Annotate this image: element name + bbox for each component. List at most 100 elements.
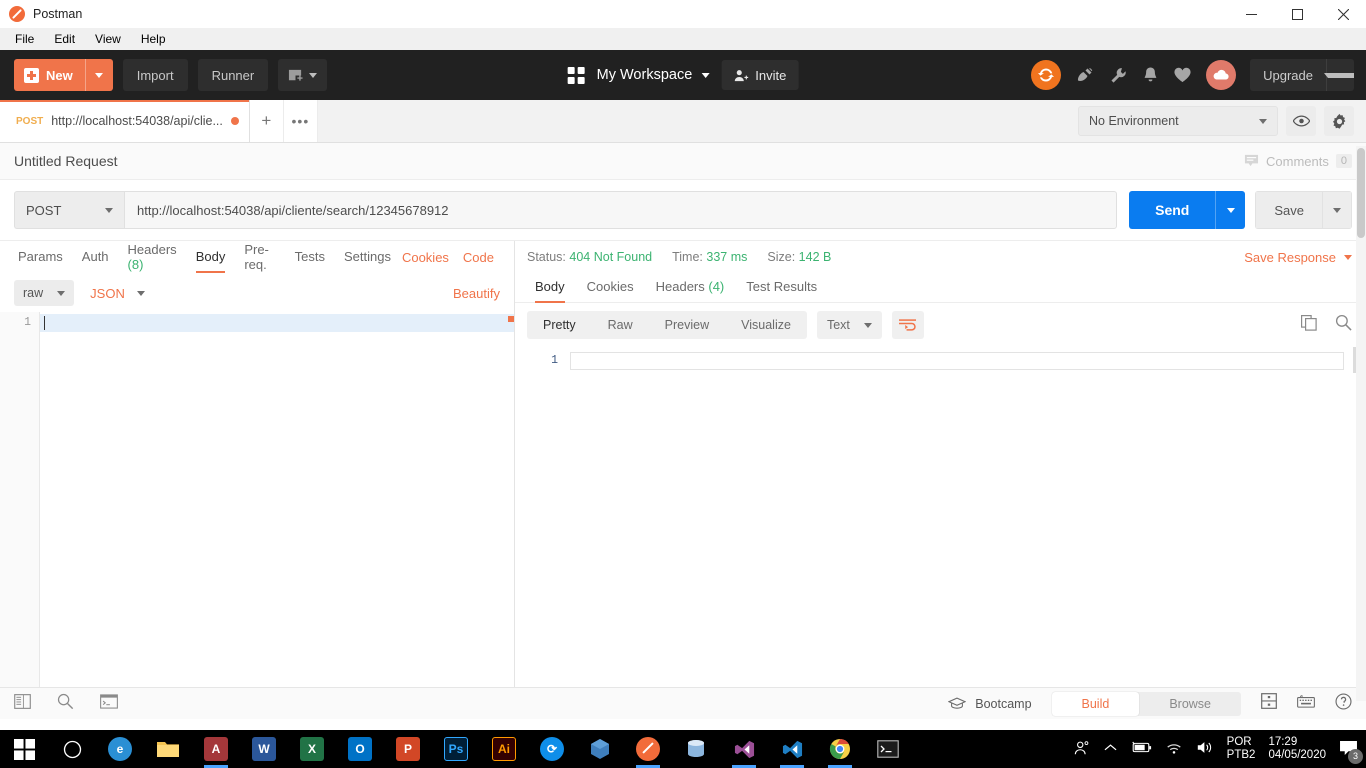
taskbar-illustrator[interactable]: Ai	[480, 730, 528, 768]
view-mode-preview[interactable]: Preview	[649, 311, 725, 339]
wrench-icon[interactable]	[1109, 66, 1128, 85]
view-mode-visualize[interactable]: Visualize	[725, 311, 807, 339]
word-wrap-button[interactable]	[891, 311, 924, 339]
environment-quick-look-button[interactable]	[1286, 106, 1316, 136]
layout-button[interactable]	[1261, 693, 1277, 714]
response-format-select[interactable]: Text	[816, 311, 882, 339]
cookies-link[interactable]: Cookies	[402, 250, 449, 265]
taskbar-excel[interactable]: X	[288, 730, 336, 768]
body-format-select[interactable]: JSON	[90, 286, 145, 301]
taskbar-word[interactable]: W	[240, 730, 288, 768]
tab-prerequest[interactable]: Pre-req.	[236, 235, 283, 281]
settings-button[interactable]	[1324, 106, 1354, 136]
new-tab-button[interactable]: +	[249, 100, 284, 142]
taskbar-edge[interactable]: e	[96, 730, 144, 768]
workspace-selector[interactable]: My Workspace Invite	[567, 60, 799, 90]
response-tab-body[interactable]: Body	[527, 272, 573, 303]
taskbar-sql-server[interactable]	[672, 730, 720, 768]
minimize-button[interactable]	[1228, 0, 1274, 28]
menu-item-help[interactable]: Help	[132, 30, 175, 48]
tab-headers[interactable]: Headers (8)	[120, 235, 185, 281]
save-options-button[interactable]	[1322, 191, 1352, 229]
editor-content-area[interactable]	[40, 312, 514, 687]
response-content[interactable]	[570, 352, 1366, 687]
invite-button[interactable]: Invite	[721, 60, 799, 90]
url-input[interactable]: http://localhost:54038/api/cliente/searc…	[124, 191, 1118, 229]
taskbar-vs-code[interactable]	[768, 730, 816, 768]
save-response-button[interactable]: Save Response	[1244, 250, 1352, 265]
view-mode-pretty[interactable]: Pretty	[527, 311, 592, 339]
beautify-button[interactable]: Beautify	[453, 286, 500, 301]
page-scrollbar[interactable]	[1356, 146, 1366, 701]
response-tab-test-results[interactable]: Test Results	[738, 272, 825, 303]
cortana-search-button[interactable]	[48, 730, 96, 768]
build-toggle[interactable]: Build	[1051, 691, 1140, 716]
editor-active-line[interactable]	[40, 314, 514, 332]
battery-icon[interactable]	[1130, 741, 1152, 757]
new-button[interactable]: New	[14, 59, 113, 91]
save-button[interactable]: Save	[1255, 191, 1322, 229]
console-button[interactable]	[100, 693, 118, 714]
open-new-window-button[interactable]	[278, 59, 328, 91]
people-icon[interactable]	[1073, 740, 1091, 759]
runner-button[interactable]: Runner	[197, 59, 269, 91]
show-hidden-icons-button[interactable]	[1104, 743, 1117, 755]
upgrade-button[interactable]: Upgrade	[1250, 59, 1354, 91]
wifi-icon[interactable]	[1165, 741, 1183, 758]
environment-select[interactable]: No Environment	[1078, 106, 1278, 136]
menu-item-file[interactable]: File	[6, 30, 43, 48]
body-mode-select[interactable]: raw	[14, 280, 75, 306]
taskbar-access[interactable]: A	[192, 730, 240, 768]
keyboard-shortcuts-button[interactable]	[1297, 694, 1315, 713]
tab-params[interactable]: Params	[10, 242, 71, 273]
taskbar-photoshop[interactable]: Ps	[432, 730, 480, 768]
start-button[interactable]	[0, 730, 48, 768]
search-button[interactable]	[1335, 314, 1352, 336]
taskbar-teamviewer[interactable]: ⟳	[528, 730, 576, 768]
copy-button[interactable]	[1301, 314, 1317, 336]
taskbar-terminal[interactable]	[864, 730, 912, 768]
tab-auth[interactable]: Auth	[74, 242, 117, 273]
taskbar-file-explorer[interactable]	[144, 730, 192, 768]
menu-item-edit[interactable]: Edit	[45, 30, 84, 48]
bell-icon[interactable]	[1142, 66, 1159, 85]
page-scroll-thumb[interactable]	[1357, 148, 1365, 238]
footer-search-button[interactable]	[57, 693, 74, 715]
sidebar-toggle-button[interactable]	[14, 693, 31, 714]
code-link[interactable]: Code	[463, 250, 494, 265]
browse-toggle[interactable]: Browse	[1139, 692, 1241, 716]
maximize-button[interactable]	[1274, 0, 1320, 28]
language-indicator[interactable]: POR PTB2	[1227, 736, 1256, 762]
taskbar-outlook[interactable]: O	[336, 730, 384, 768]
sync-icon[interactable]	[1031, 60, 1062, 90]
tab-body[interactable]: Body	[188, 242, 234, 273]
new-button-dropdown[interactable]	[84, 59, 113, 91]
menu-item-view[interactable]: View	[86, 30, 130, 48]
taskbar-visual-studio[interactable]	[720, 730, 768, 768]
send-options-button[interactable]	[1215, 191, 1246, 229]
volume-icon[interactable]	[1196, 740, 1214, 758]
cloud-icon[interactable]	[1206, 60, 1237, 90]
import-button[interactable]: Import	[122, 59, 188, 91]
taskbar-package[interactable]	[576, 730, 624, 768]
satellite-icon[interactable]	[1075, 65, 1095, 85]
response-body-viewer[interactable]: 1	[515, 347, 1366, 687]
taskbar-chrome[interactable]	[816, 730, 864, 768]
upgrade-dropdown[interactable]	[1323, 59, 1354, 91]
view-mode-raw[interactable]: Raw	[592, 311, 649, 339]
close-button[interactable]	[1320, 0, 1366, 28]
request-body-editor[interactable]: 1	[0, 312, 514, 687]
help-button[interactable]	[1335, 692, 1352, 715]
response-tab-headers[interactable]: Headers (4)	[648, 272, 733, 303]
request-tab[interactable]: POST http://localhost:54038/api/clie...	[0, 100, 250, 142]
response-tab-cookies[interactable]: Cookies	[579, 272, 642, 303]
tab-settings[interactable]: Settings	[336, 242, 399, 273]
tab-tests[interactable]: Tests	[287, 242, 333, 273]
taskbar-postman[interactable]	[624, 730, 672, 768]
bootcamp-button[interactable]: Bootcamp	[948, 697, 1032, 711]
tab-options-button[interactable]: •••	[283, 100, 318, 142]
taskbar-powerpoint[interactable]: P	[384, 730, 432, 768]
comments-button[interactable]: Comments 0	[1244, 154, 1352, 169]
http-method-select[interactable]: POST	[14, 191, 124, 229]
clock[interactable]: 17:29 04/05/2020	[1268, 736, 1326, 762]
